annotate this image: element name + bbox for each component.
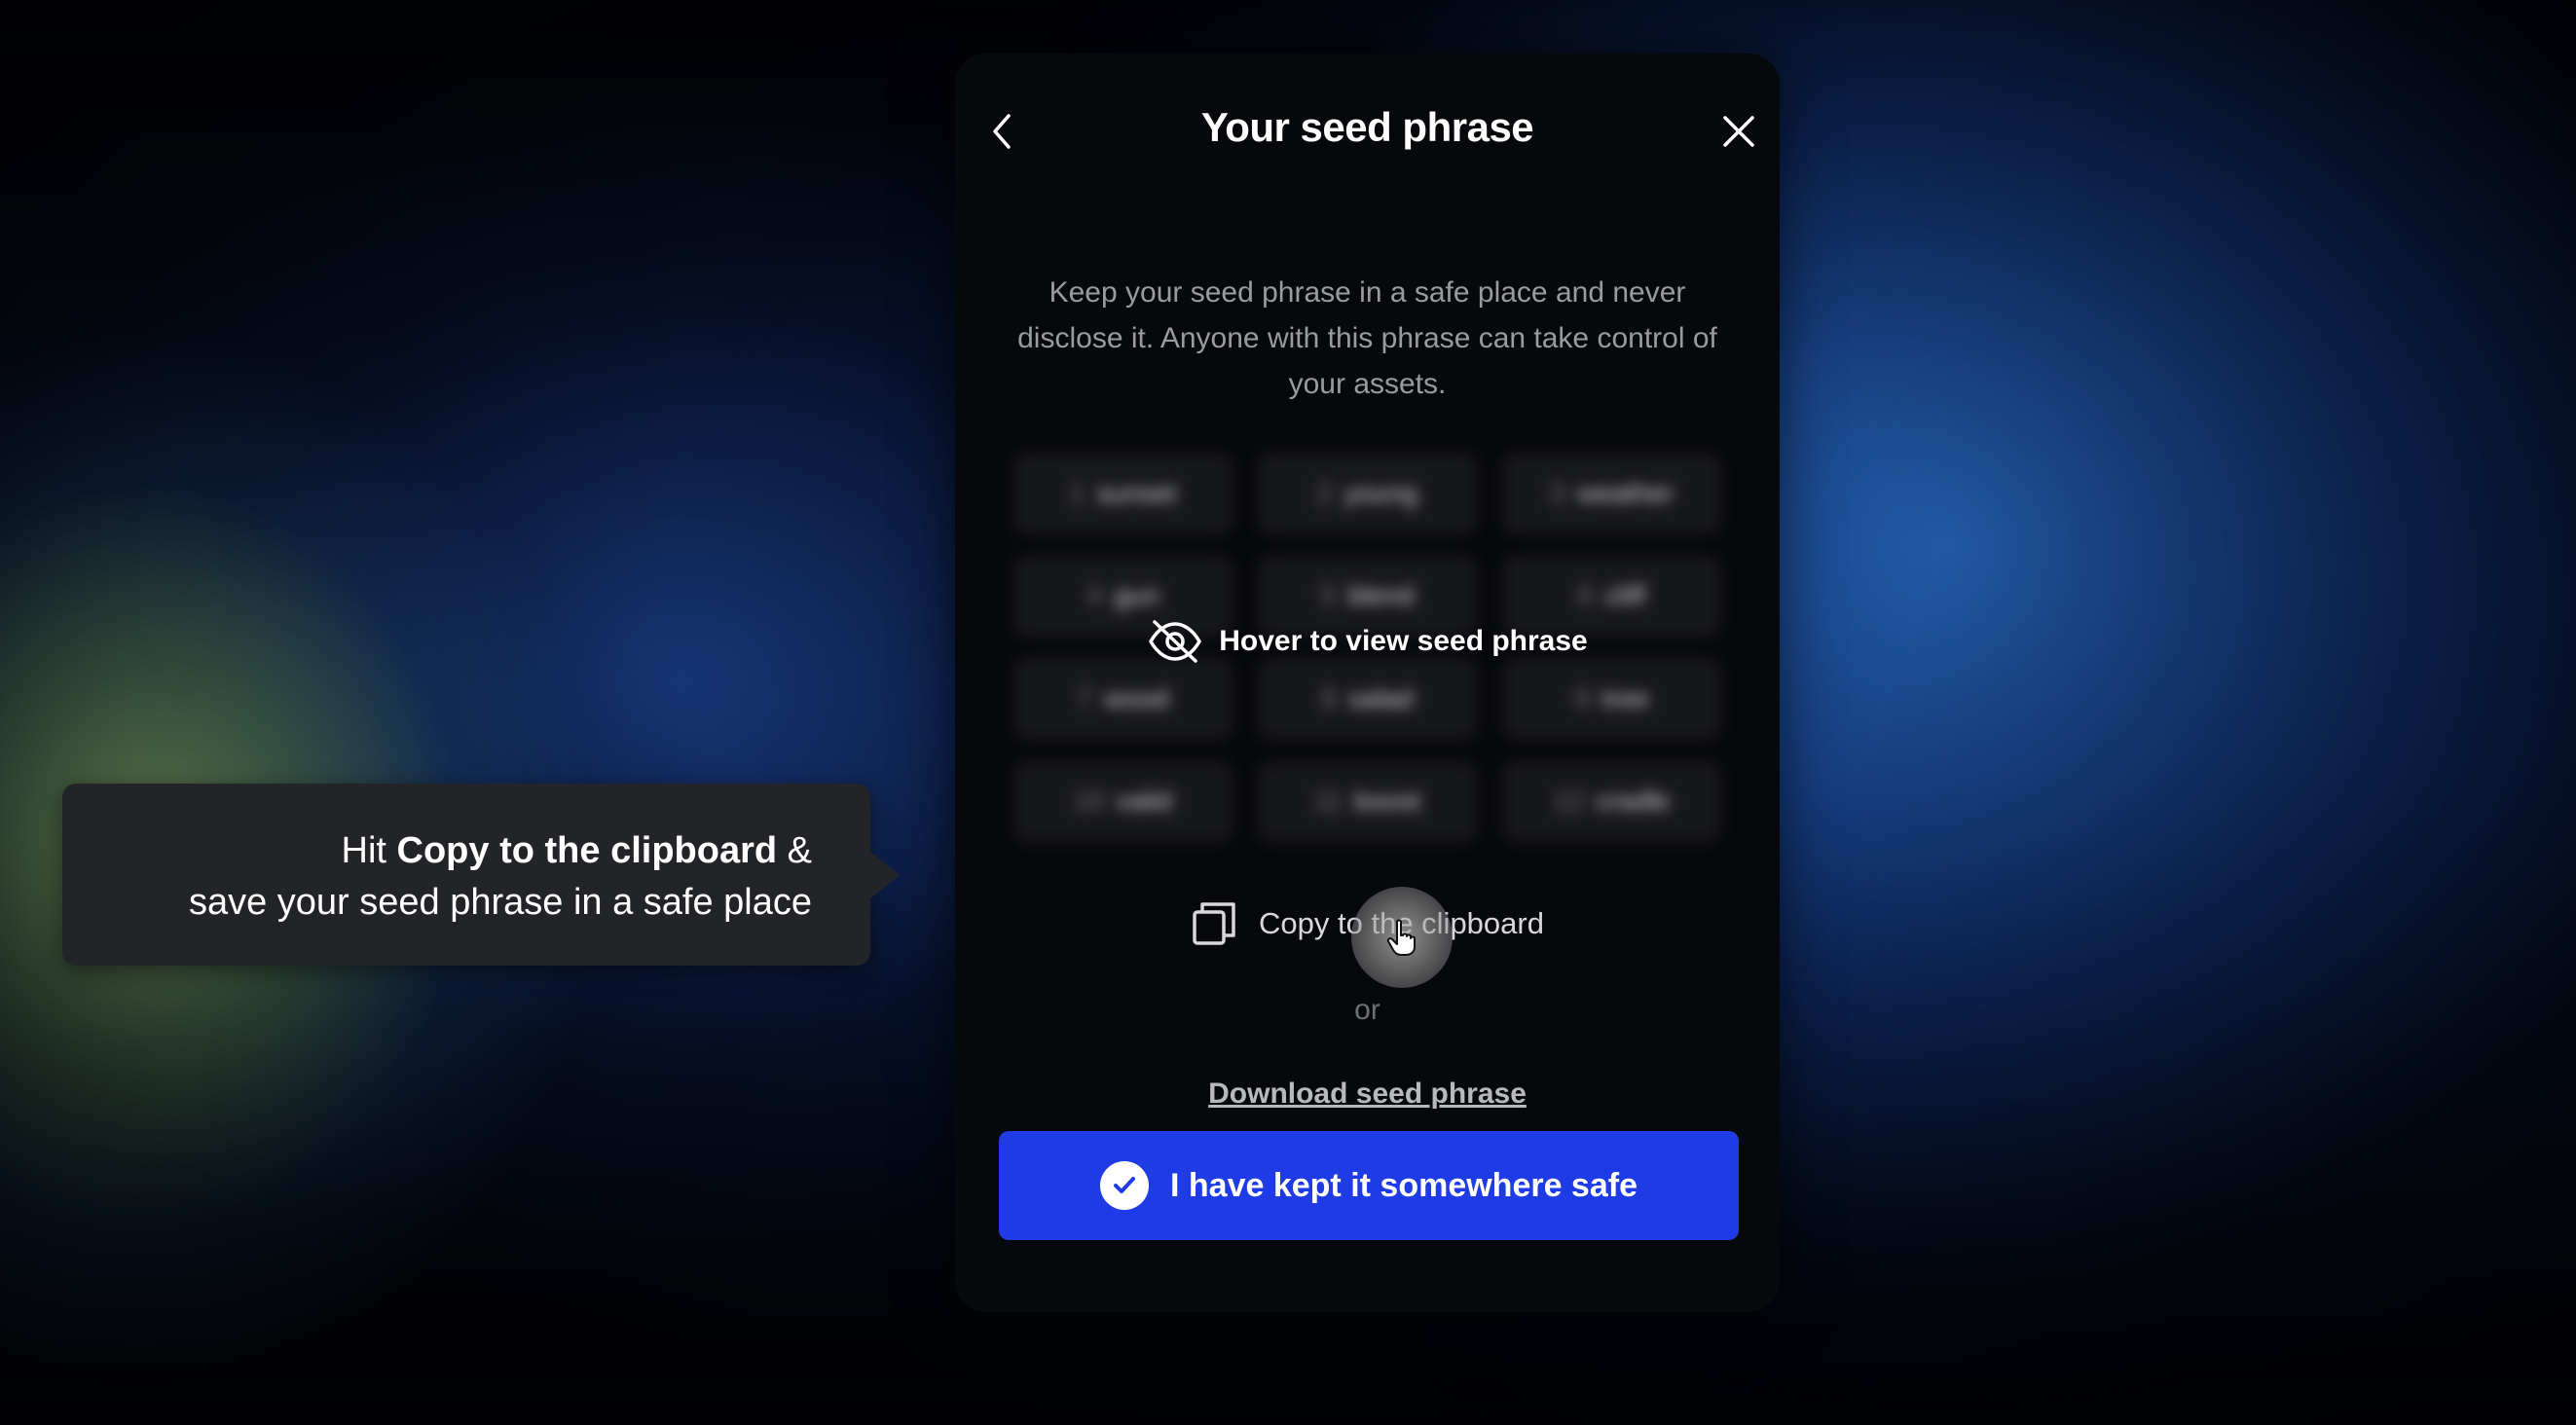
instruction-callout: Hit Copy to the clipboard & save your se…: [62, 784, 900, 966]
warning-description: Keep your seed phrase in a safe place an…: [1017, 276, 1717, 400]
seed-word-text: weather: [1576, 477, 1674, 508]
seed-word-number: 4: [1086, 580, 1102, 611]
modal-title: Your seed phrase: [1200, 104, 1534, 150]
seed-word-number: 1: [1069, 477, 1086, 508]
seed-word-cell: 10 valid: [1013, 760, 1233, 842]
seed-word-text: cradle: [1595, 786, 1671, 817]
seed-word-number: 12: [1553, 786, 1584, 817]
seed-phrase-modal: Your seed phrase Keep your seed phrase i…: [955, 54, 1780, 1312]
close-button[interactable]: [1710, 102, 1768, 161]
seed-word-cell: 1 sunset: [1013, 453, 1233, 534]
seed-word-text: salad: [1347, 682, 1414, 713]
seed-word-cell: 9 tree: [1502, 658, 1721, 740]
seed-word-text: wood: [1103, 682, 1169, 713]
seed-word-text: tree: [1601, 682, 1649, 713]
confirm-label: I have kept it somewhere safe: [1170, 1166, 1638, 1204]
seed-word-cell: 12 cradle: [1502, 760, 1721, 842]
seed-word-number: 7: [1077, 682, 1092, 713]
hover-label-text: Hover to view seed phrase: [1219, 625, 1588, 657]
seed-word-number: 10: [1074, 786, 1105, 817]
seed-word-number: 9: [1574, 682, 1591, 713]
confirm-kept-safe-button[interactable]: I have kept it somewhere safe: [999, 1131, 1739, 1240]
close-icon: [1723, 116, 1754, 147]
hand-pointer-icon: [1386, 919, 1416, 956]
modal-header: Your seed phrase: [955, 92, 1780, 170]
callout-prefix: Hit: [341, 830, 397, 871]
seed-word-number: 2: [1316, 477, 1333, 508]
callout-emphasis: Copy to the clipboard: [396, 830, 778, 871]
seed-word-number: 5: [1320, 580, 1337, 611]
seed-word-text: valid: [1116, 786, 1172, 817]
seed-word-number: 11: [1313, 786, 1343, 817]
seed-word-number: 6: [1577, 580, 1594, 611]
seed-word-text: blend: [1347, 580, 1415, 611]
or-separator: or: [1354, 994, 1380, 1026]
seed-word-text: gun: [1113, 580, 1159, 611]
seed-phrase-area[interactable]: 1 sunset 2 young 3 weather 4 gun 5 blend 6 cliff 7 wo…: [1013, 453, 1721, 842]
hover-to-view-label: Hover to view seed phrase: [1013, 618, 1721, 665]
seed-word-cell: 2 young: [1258, 453, 1477, 534]
eye-off-icon: [1149, 620, 1201, 663]
seed-word-number: 8: [1321, 682, 1337, 713]
callout-line-1: Hit Copy to the clipboard &: [101, 825, 812, 877]
seed-word-number: 3: [1549, 477, 1565, 508]
callout-line-2: save your seed phrase in a safe place: [188, 882, 812, 923]
copy-icon: [1193, 902, 1235, 945]
seed-word-cell: 8 salad: [1258, 658, 1477, 740]
seed-word-cell: 7 wood: [1013, 658, 1233, 740]
download-seed-phrase-link[interactable]: Download seed phrase: [955, 1078, 1780, 1111]
seed-word-cell: 3 weather: [1502, 453, 1721, 534]
check-icon: [1100, 1161, 1149, 1210]
seed-word-cell: 11 boost: [1258, 760, 1477, 842]
seed-word-text: boost: [1353, 786, 1421, 817]
seed-word-text: sunset: [1096, 477, 1177, 508]
callout-suffix: &: [777, 830, 812, 871]
click-indicator: [1351, 887, 1453, 988]
seed-word-text: cliff: [1604, 580, 1646, 611]
seed-word-text: young: [1343, 477, 1418, 508]
